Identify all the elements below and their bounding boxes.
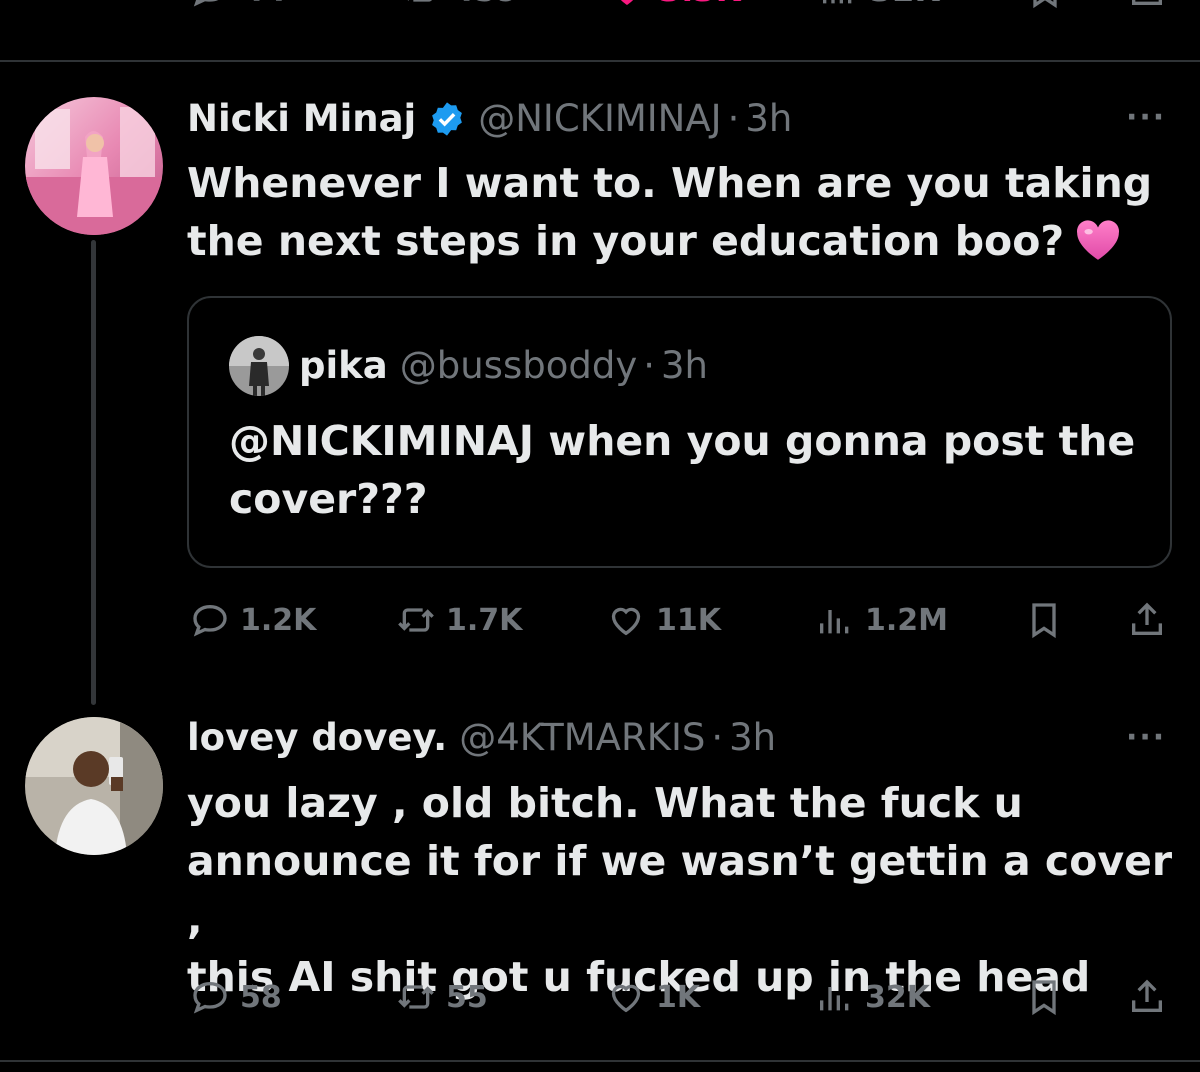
reply-button[interactable]: 58 — [190, 972, 282, 1022]
reply-button[interactable]: 1.2K — [190, 595, 316, 645]
views-count: 32K — [865, 979, 930, 1015]
reply-button[interactable]: 44 — [190, 0, 287, 10]
views-button[interactable]: 1.2M — [815, 595, 948, 645]
more-options-icon[interactable]: ··· — [1126, 720, 1166, 755]
like-count: 11K — [656, 602, 721, 638]
views-icon — [820, 987, 849, 1011]
like-button[interactable]: 11K — [606, 595, 721, 645]
heart-icon — [611, 607, 641, 636]
separator-dot: · — [643, 344, 655, 387]
share-icon — [1132, 602, 1162, 635]
views-count: 32K — [870, 0, 939, 9]
quote-header: pika @bussboddy · 3h — [299, 344, 708, 388]
reply-icon — [193, 0, 219, 7]
heart-icon — [611, 984, 641, 1013]
views-icon — [820, 610, 849, 634]
reply-count: 58 — [240, 979, 282, 1015]
tweet-text-line: you lazy , old bitch. What the fuck u — [187, 779, 1023, 827]
tweet-header: Nicki Minaj @NICKIMINAJ · 3h — [187, 97, 792, 141]
verified-badge-icon — [432, 102, 463, 136]
reply-icon — [193, 981, 227, 1014]
user-handle[interactable]: @4KTMARKIS — [459, 716, 705, 760]
repost-icon — [398, 608, 434, 632]
repost-count: 459 — [452, 0, 519, 9]
share-button[interactable] — [1127, 595, 1167, 645]
timestamp[interactable]: 3h — [729, 716, 776, 760]
timestamp[interactable]: 3h — [745, 97, 792, 141]
reply-count: 44 — [242, 0, 287, 9]
bookmark-icon — [1032, 980, 1056, 1016]
reply-count: 1.2K — [240, 602, 317, 638]
repost-count: 55 — [446, 979, 488, 1015]
quote-avatar[interactable] — [229, 336, 289, 396]
bookmark-icon — [1033, 0, 1057, 9]
views-button[interactable]: 32K — [818, 0, 939, 10]
separator-dot: · — [727, 97, 740, 140]
tweet-header: lovey dovey. @4KTMARKIS · 3h — [187, 716, 776, 760]
bookmark-button[interactable] — [1024, 595, 1064, 645]
views-button[interactable]: 32K — [815, 972, 930, 1022]
reply-icon — [193, 604, 227, 637]
share-button[interactable] — [1127, 972, 1167, 1022]
user-handle[interactable]: @NICKIMINAJ — [478, 97, 721, 141]
divider — [0, 1060, 1200, 1062]
repost-count: 1.7K — [446, 602, 523, 638]
avatar[interactable] — [25, 717, 163, 855]
quote-display-name: pika — [299, 344, 388, 387]
bookmark-button[interactable] — [1024, 972, 1064, 1022]
share-icon — [1132, 979, 1162, 1012]
display-name[interactable]: Nicki Minaj — [187, 97, 416, 141]
display-name[interactable]: lovey dovey. — [187, 716, 447, 760]
quote-timestamp: 3h — [661, 344, 708, 387]
avatar[interactable] — [25, 97, 163, 235]
quoted-tweet[interactable]: pika @bussboddy · 3h @NICKIMINAJ when yo… — [187, 296, 1172, 568]
repost-icon — [398, 985, 434, 1009]
quote-text-line: @NICKIMINAJ when you gonna post the — [229, 417, 1136, 465]
share-icon — [1132, 0, 1162, 5]
bookmark-button[interactable] — [1025, 0, 1065, 10]
share-button[interactable] — [1127, 0, 1167, 10]
quote-text-line: cover??? — [229, 475, 428, 523]
like-count: 1K — [656, 979, 701, 1015]
quote-text: @NICKIMINAJ when you gonna post the cove… — [229, 412, 1159, 528]
pink-heart-emoji-icon — [1077, 220, 1120, 260]
views-icon — [823, 0, 852, 4]
tweet-text-line: the next steps in your education boo? — [187, 217, 1065, 265]
repost-button[interactable]: 55 — [396, 972, 488, 1022]
previous-tweet-actions: 44 459 3.3K 32K — [0, 0, 1200, 22]
like-count: 3.3K — [659, 0, 740, 9]
timeline: 44 459 3.3K 32K — [0, 0, 1200, 1072]
repost-button[interactable]: 459 — [400, 0, 519, 10]
tweet-actions: 1.2K 1.7K 11K 1.2M — [0, 595, 1200, 645]
repost-button[interactable]: 1.7K — [396, 595, 522, 645]
tweet-text-line-2: the next steps in your education boo? — [187, 212, 1167, 270]
tweet-text-line: Whenever I want to. When are you taking — [187, 159, 1153, 207]
tweet-text: Whenever I want to. When are you taking … — [187, 154, 1167, 270]
like-button[interactable]: 1K — [606, 972, 700, 1022]
bookmark-icon — [1032, 603, 1056, 639]
quote-user-handle: @bussboddy — [399, 344, 638, 387]
more-options-icon[interactable]: ··· — [1126, 100, 1166, 135]
divider — [0, 60, 1200, 62]
tweet-actions: 58 55 1K 32K — [0, 972, 1200, 1022]
separator-dot: · — [711, 716, 724, 759]
repost-icon — [407, 0, 432, 2]
tweet-text-line: announce it for if we wasn’t gettin a co… — [187, 837, 1173, 943]
heart-filled-icon — [620, 0, 634, 5]
views-count: 1.2M — [865, 602, 948, 638]
like-button[interactable]: 3.3K — [607, 0, 740, 10]
